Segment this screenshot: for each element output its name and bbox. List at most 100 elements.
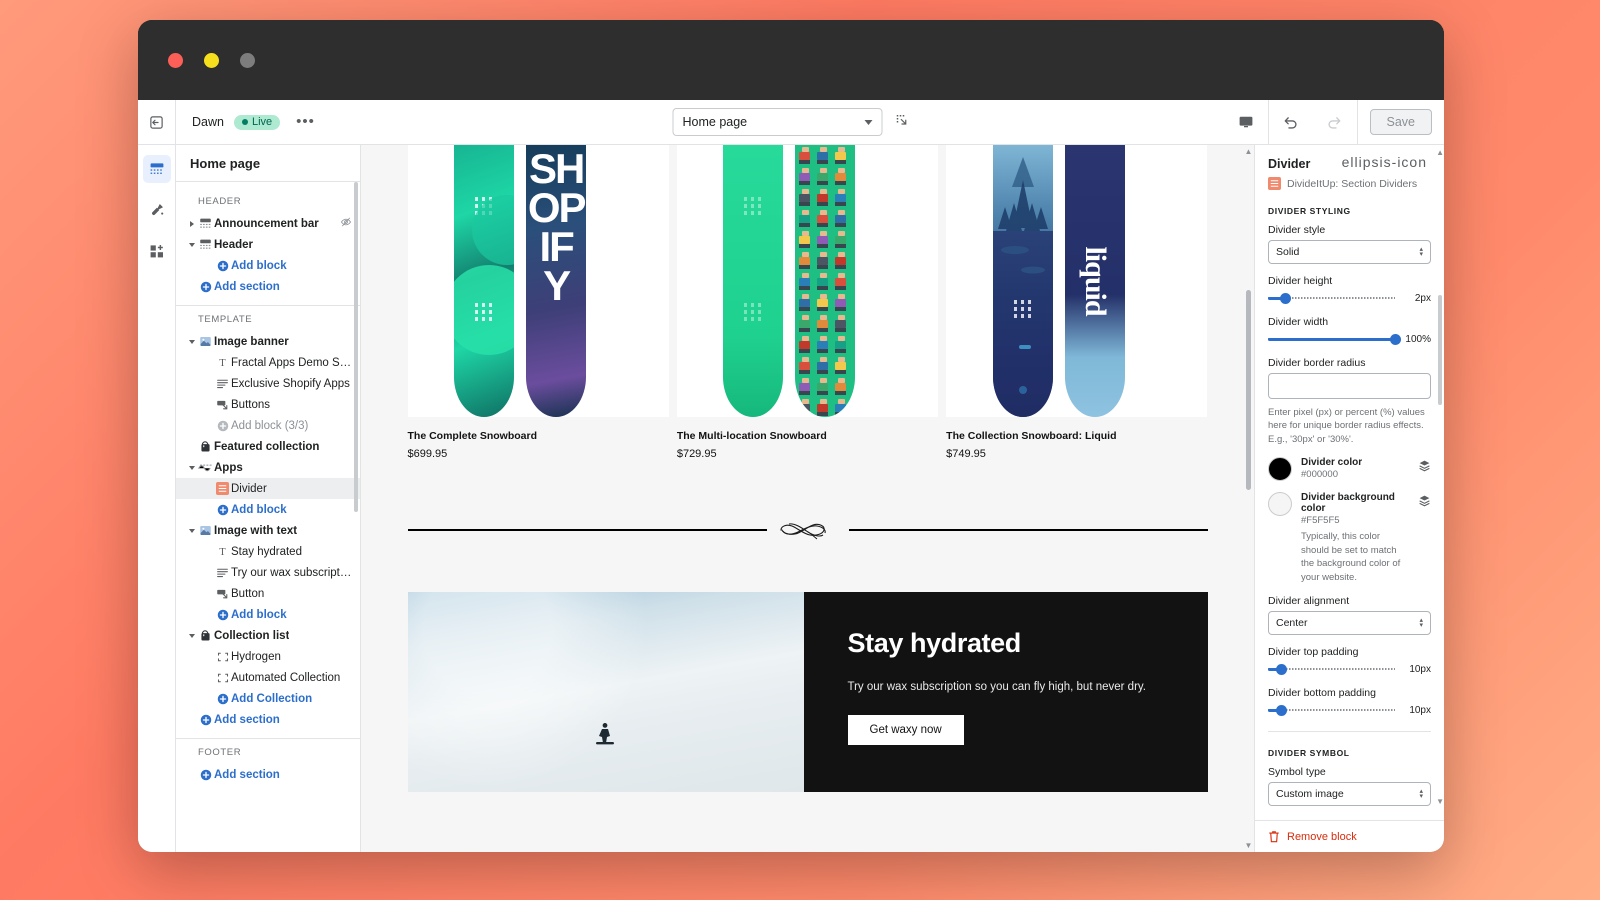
sidebar-tree[interactable]: HEADER Announcement bar Header Add block Add… <box>176 182 360 852</box>
sidebar-item-image-with-text[interactable]: Image with text <box>176 520 360 541</box>
chevron-down-icon[interactable] <box>186 465 197 470</box>
divider-alignment-select[interactable]: Center ▴ ▾ <box>1268 611 1431 636</box>
exit-icon <box>150 115 163 129</box>
slider-knob[interactable] <box>1276 704 1288 716</box>
sidebar-item-add-block-3-3[interactable]: Add block (3/3) <box>176 415 360 436</box>
slider-knob[interactable] <box>1280 292 1292 304</box>
sidebar-item-try-our-wax-subscription-so[interactable]: Try our wax subscription so … <box>176 562 360 583</box>
sidebar-item-stay-hydrated[interactable]: T Stay hydrated <box>176 541 360 562</box>
sidebar-item-label: Add block <box>231 503 287 516</box>
chevron-down-icon[interactable] <box>186 242 197 247</box>
sidebar-item-buttons[interactable]: Buttons <box>176 394 360 415</box>
symbol-type-select[interactable]: Custom image ▴ ▾ <box>1268 782 1431 807</box>
image-with-text-section[interactable]: Stay hydrated Try our wax subscription s… <box>407 592 1208 792</box>
inspector-scroll-up-arrow[interactable]: ▲ <box>1436 148 1444 157</box>
sidebar-item-add-block[interactable]: Add block <box>176 604 360 625</box>
sidebar-item-image-banner[interactable]: Image banner <box>176 331 360 352</box>
plus-circle-icon <box>214 504 231 516</box>
divider-color-field[interactable]: Divider color #000000 <box>1268 457 1431 482</box>
divider-color-swatch[interactable] <box>1268 457 1292 482</box>
redo-button[interactable] <box>1313 100 1357 144</box>
chevron-down-icon[interactable] <box>186 339 197 344</box>
divider-background-color-swatch[interactable] <box>1268 492 1292 517</box>
slider-knob[interactable] <box>1389 333 1401 345</box>
section-icon <box>197 217 214 230</box>
window-close-button[interactable] <box>168 52 183 68</box>
sidebar-item-apps[interactable]: Apps <box>176 457 360 478</box>
undo-button[interactable] <box>1269 100 1313 144</box>
sidebar-item-hydrogen[interactable]: Hydrogen <box>176 646 360 667</box>
product-card[interactable]: The Multi-location Snowboard $729.95 <box>676 145 939 460</box>
sidebar-item-automated-collection[interactable]: Automated Collection <box>176 667 360 688</box>
sidebar-item-add-block[interactable]: Add block <box>176 255 360 276</box>
settings-inspector: Divider ellipsis-icon DivideItUp: Sectio… <box>1254 145 1444 852</box>
rail-item-app-embeds[interactable] <box>143 237 171 265</box>
placeholder-icon <box>214 651 231 663</box>
text-icon: T <box>214 545 231 558</box>
top-padding-slider[interactable] <box>1268 662 1395 676</box>
product-card[interactable]: SH OP IF Y The Complete Snowboard $699.95 <box>407 145 669 460</box>
sidebar-item-announcement-bar[interactable]: Announcement bar <box>176 213 360 234</box>
save-button[interactable]: Save <box>1369 109 1432 135</box>
sidebar-item-add-section[interactable]: Add section <box>176 276 360 297</box>
remove-block-button[interactable]: Remove block <box>1255 820 1444 852</box>
chevron-right-icon[interactable] <box>186 220 197 227</box>
back-button[interactable] <box>138 100 176 144</box>
binding-dots-icon <box>475 303 493 321</box>
border-radius-input[interactable] <box>1268 373 1431 399</box>
divider-background-color-field[interactable]: Divider background color #F5F5F5 Typical… <box>1268 492 1431 584</box>
sidebar-item-add-block[interactable]: Add block <box>176 499 360 520</box>
divider-width-slider[interactable] <box>1268 332 1401 346</box>
sidebar-item-label: Add Collection <box>231 692 313 705</box>
device-preview-button[interactable] <box>1224 100 1268 144</box>
sidebar-item-featured-collection[interactable]: Featured collection <box>176 436 360 457</box>
rail-item-theme-settings[interactable] <box>143 196 171 224</box>
sidebar-item-fractal-apps-demo-store[interactable]: T Fractal Apps Demo Store <box>176 352 360 373</box>
chevron-down-icon[interactable] <box>186 633 197 638</box>
theme-more-button[interactable]: ••• <box>292 114 319 129</box>
symbol-type-field: Symbol type Custom image ▴ ▾ <box>1268 766 1431 807</box>
sidebar-item-add-section[interactable]: Add section <box>176 709 360 730</box>
window-titlebar <box>138 20 1444 100</box>
theme-name: Dawn <box>192 115 224 129</box>
bottom-padding-slider[interactable] <box>1268 703 1395 717</box>
page-selector[interactable]: Home page <box>672 108 883 136</box>
sidebar-group-label: HEADER <box>198 196 242 207</box>
sidebar-item-collection-list[interactable]: Collection list <box>176 625 360 646</box>
resize-handle-button[interactable] <box>895 112 910 132</box>
eye-off-icon[interactable] <box>340 216 352 231</box>
section-icon <box>197 238 214 251</box>
sidebar-item-button[interactable]: Button <box>176 583 360 604</box>
canvas-scroll-up-arrow[interactable]: ▲ <box>1244 147 1253 156</box>
forest-graphic <box>992 157 1053 417</box>
sidebar-item-divider[interactable]: Divider <box>176 478 360 499</box>
sidebar-item-header[interactable]: Header <box>176 234 360 255</box>
color-scheme-icon-2[interactable] <box>1418 492 1431 512</box>
inspector-more-button[interactable]: ellipsis-icon <box>1338 155 1431 169</box>
product-card[interactable]: liquid The Collection Snowboard: Liquid … <box>946 145 1208 460</box>
preview-canvas: SH OP IF Y The Complete Snowboard $699.95 <box>361 145 1254 852</box>
divider-color-label: Divider color <box>1301 457 1363 469</box>
border-radius-field: Divider border radius Enter pixel (px) o… <box>1268 357 1431 446</box>
button-icon <box>214 398 231 411</box>
sidebar-item-add-collection[interactable]: Add Collection <box>176 688 360 709</box>
divider-style-select[interactable]: Solid ▴ ▾ <box>1268 240 1431 264</box>
cta-button[interactable]: Get waxy now <box>847 715 964 745</box>
sidebar-scrollbar[interactable] <box>354 182 358 512</box>
inspector-scroll-down-arrow[interactable]: ▼ <box>1436 797 1444 806</box>
inspector-scrollbar[interactable] <box>1438 295 1442 405</box>
color-scheme-icon[interactable] <box>1418 457 1431 477</box>
divider-height-slider[interactable] <box>1268 291 1395 305</box>
divider-section[interactable] <box>378 460 1238 542</box>
window-maximize-button[interactable] <box>240 52 255 68</box>
rail-item-sections[interactable] <box>142 155 171 183</box>
sidebar-item-add-section[interactable]: Add section <box>176 764 360 785</box>
chevron-down-icon[interactable] <box>186 528 197 533</box>
sidebar-item-label: Header <box>214 238 253 251</box>
window-minimize-button[interactable] <box>204 52 219 68</box>
canvas-scrollbar[interactable] <box>1246 290 1251 490</box>
canvas-scroll-down-arrow[interactable]: ▼ <box>1244 841 1253 850</box>
slider-knob[interactable] <box>1276 663 1288 675</box>
sidebar-item-label: Add section <box>214 713 280 726</box>
sidebar-item-exclusive-shopify-apps[interactable]: Exclusive Shopify Apps <box>176 373 360 394</box>
